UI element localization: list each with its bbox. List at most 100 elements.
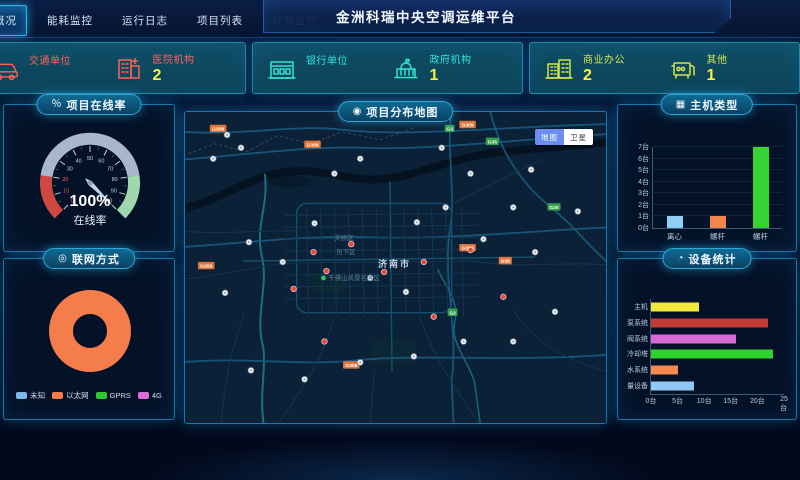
gauge-sub-label: 在线率: [74, 213, 107, 227]
project-marker[interactable]: [291, 286, 297, 292]
stat-item-hospital: 医院机构 2: [114, 51, 232, 85]
gauge-tick: [73, 150, 76, 155]
stat-label: 商业办公: [583, 51, 625, 66]
gauge-tick-label: 60: [98, 159, 104, 165]
network-legend: 未知 以太网 GPRS 4G: [4, 390, 174, 401]
poi-marker-dot: [313, 222, 315, 224]
bar-螺杆: [753, 147, 769, 228]
gauge-minor-tick: [112, 155, 114, 157]
gauge-value-text: 100%: [70, 193, 111, 210]
stat-label: 医院机构: [153, 51, 195, 66]
tab-run-log[interactable]: 运行日志: [113, 6, 177, 35]
gauge-tick-label: 40: [76, 159, 82, 165]
y-axis-tick: 7台: [638, 142, 649, 152]
y-axis-tick: 4台: [638, 177, 649, 187]
project-distribution-map[interactable]: G308G308G309G3G35G20G309G35G2G308G309天桥区…: [185, 112, 606, 423]
gauge-minor-tick: [56, 169, 59, 170]
stat-card-transport-hospital: 交通单位 医院机构 2: [0, 42, 246, 94]
bar-离心: [667, 216, 683, 228]
network-icon: ◎: [58, 254, 67, 264]
road-shield-label: G309: [461, 123, 473, 129]
clock-icon: ◔: [677, 254, 683, 264]
poi-marker-dot: [359, 158, 361, 160]
project-marker[interactable]: [468, 247, 474, 253]
legend-label: GPRS: [110, 391, 131, 400]
stat-value: [306, 68, 348, 85]
legend-item[interactable]: 未知: [16, 390, 45, 401]
project-marker[interactable]: [381, 269, 387, 275]
project-marker[interactable]: [421, 259, 427, 265]
gauge-tick: [53, 177, 59, 178]
project-marker[interactable]: [501, 294, 507, 300]
tab-energy-monitor[interactable]: 能耗监控: [38, 6, 102, 35]
stat-value: 2: [153, 67, 195, 85]
legend-item[interactable]: 4G: [138, 390, 162, 401]
panel-title: 项目分布地图: [366, 104, 438, 120]
poi-marker-dot: [405, 291, 407, 293]
gauge-minor-tick: [121, 169, 124, 170]
stat-value: [29, 68, 71, 85]
gauge-tick-label: 50: [87, 156, 93, 162]
platform-title-box: 金洲科瑞中央空调运维平台: [263, 0, 731, 33]
gauge-minor-tick: [81, 147, 82, 150]
tab-overview[interactable]: 概况: [0, 5, 27, 36]
panel-header-map: ◉ 项目分布地图: [338, 101, 454, 122]
bar-阀系统: [651, 334, 736, 343]
project-marker[interactable]: [324, 268, 330, 274]
bank-icon: [267, 55, 297, 81]
poi-marker-dot: [530, 169, 532, 171]
bar-水系统: [651, 366, 678, 375]
poi-marker-dot: [224, 292, 226, 294]
panel-header-host-type: ▦ 主机类型: [661, 94, 753, 115]
panel-header-device-stats: ◔ 设备统计: [662, 248, 751, 269]
project-marker[interactable]: [322, 339, 328, 345]
map-area-label: 天桥区: [334, 233, 354, 242]
gauge-zone: [121, 176, 134, 214]
y-axis-tick: 0台: [638, 223, 649, 233]
legend-swatch: [96, 392, 107, 399]
satellite-button[interactable]: 卫星: [564, 129, 593, 145]
project-marker[interactable]: [431, 314, 437, 320]
legend-item[interactable]: GPRS: [96, 390, 131, 401]
poi-marker-dot: [482, 238, 484, 240]
panel-device-stats: ◔ 设备统计 主机泵系统阀系统冷却塔水系统量设备0台5台10台15台20台25台: [617, 258, 797, 420]
bar-泵系统: [651, 318, 768, 327]
poi-marker-dot: [303, 378, 305, 380]
poi-marker-dot: [534, 251, 536, 253]
legend-label: 以太网: [66, 390, 89, 401]
x-axis-tick: 10台: [697, 396, 712, 406]
stat-card-office-other: 商业办公 2 其他 1: [529, 42, 800, 94]
x-axis-label: 螺杆: [753, 231, 768, 242]
poi-marker-dot: [333, 173, 335, 175]
panel-title: 主机类型: [690, 97, 738, 113]
device-stats-chart: 主机泵系统阀系统冷却塔水系统量设备0台5台10台15台20台25台: [622, 293, 786, 411]
y-axis-label: 泵系统: [627, 318, 648, 328]
road-shield-label: G20: [549, 205, 559, 211]
y-axis-tick: 2台: [638, 200, 649, 210]
stat-value: 1: [707, 67, 728, 85]
bottom-glow: [144, 438, 656, 480]
gauge-minor-tick: [58, 201, 61, 203]
gauge-tick-label: 70: [107, 166, 113, 172]
poi-marker-dot: [462, 340, 464, 342]
gauge-tick-label: 10: [63, 189, 69, 195]
bar-螺杆: [710, 216, 726, 228]
x-axis-tick: 15台: [723, 396, 738, 406]
map-button[interactable]: 地图: [535, 129, 564, 145]
panel-title: 设备统计: [689, 251, 737, 267]
map-area-label: 历下区: [336, 248, 356, 256]
stat-item-other: 其他 1: [668, 51, 786, 85]
project-marker[interactable]: [311, 249, 317, 255]
tab-project-list[interactable]: 项目列表: [188, 6, 252, 35]
gauge-tick: [121, 177, 127, 178]
panel-header-network: ◎ 联网方式: [43, 248, 135, 269]
legend-item[interactable]: 以太网: [52, 390, 89, 401]
project-marker[interactable]: [349, 241, 355, 247]
hospital-icon: [114, 55, 144, 81]
y-axis-tick: 5台: [638, 165, 649, 175]
poi-marker-dot: [282, 261, 284, 263]
y-axis-label: 冷却塔: [627, 349, 648, 359]
scenic-area-marker[interactable]: [321, 276, 326, 281]
stat-item-transport: 交通单位: [0, 52, 108, 85]
road-shield-label: G309: [200, 264, 212, 270]
